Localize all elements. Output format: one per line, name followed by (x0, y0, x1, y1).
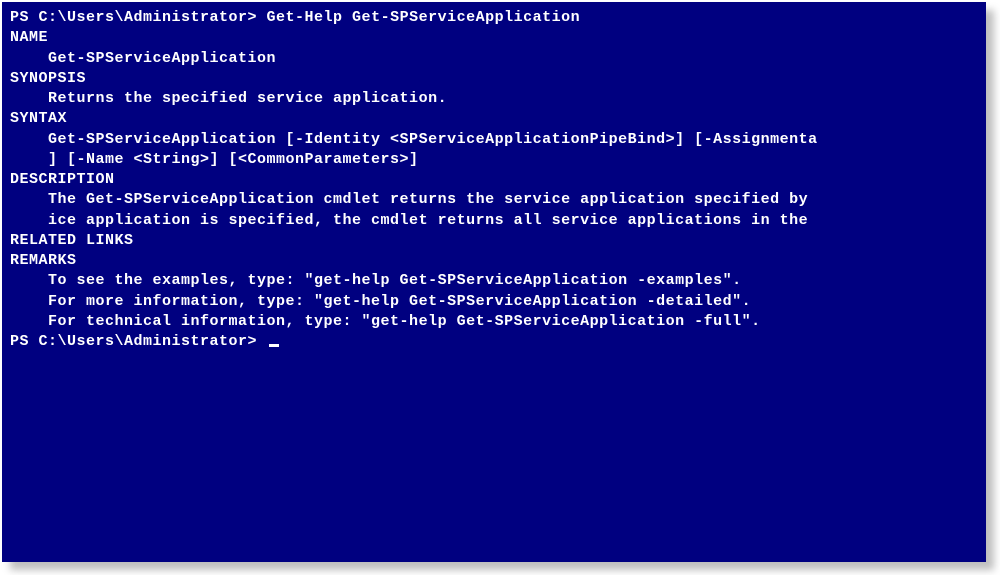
remarks-line-2: For more information, type: "get-help Ge… (10, 292, 978, 312)
synopsis-value: Returns the specified service applicatio… (10, 89, 978, 109)
syntax-heading: SYNTAX (10, 109, 978, 129)
command-line: PS C:\Users\Administrator> Get-Help Get-… (10, 8, 978, 28)
description-heading: DESCRIPTION (10, 170, 978, 190)
name-value: Get-SPServiceApplication (10, 49, 978, 69)
prompt-prefix: PS C:\Users\Administrator> (10, 9, 267, 26)
synopsis-heading: SYNOPSIS (10, 69, 978, 89)
syntax-line-1: Get-SPServiceApplication [-Identity <SPS… (10, 130, 978, 150)
description-line-2: ice application is specified, the cmdlet… (10, 211, 978, 231)
name-heading: NAME (10, 28, 978, 48)
remarks-heading: REMARKS (10, 251, 978, 271)
syntax-line-2: ] [-Name <String>] [<CommonParameters>] (10, 150, 978, 170)
remarks-line-3: For technical information, type: "get-he… (10, 312, 978, 332)
remarks-line-1: To see the examples, type: "get-help Get… (10, 271, 978, 291)
prompt-line[interactable]: PS C:\Users\Administrator> (10, 332, 978, 352)
description-line-1: The Get-SPServiceApplication cmdlet retu… (10, 190, 978, 210)
related-links-heading: RELATED LINKS (10, 231, 978, 251)
powershell-terminal[interactable]: PS C:\Users\Administrator> Get-Help Get-… (2, 2, 986, 562)
cursor-icon (269, 344, 279, 347)
terminal-window: PS C:\Users\Administrator> Get-Help Get-… (2, 2, 986, 562)
entered-command: Get-Help Get-SPServiceApplication (267, 9, 581, 26)
prompt-prefix: PS C:\Users\Administrator> (10, 333, 267, 350)
